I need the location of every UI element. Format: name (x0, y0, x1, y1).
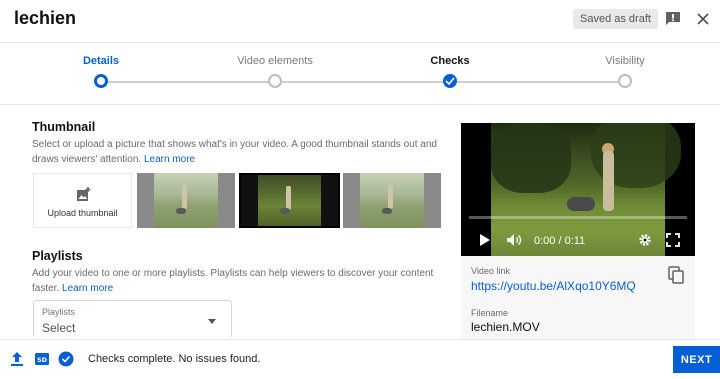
checks-complete-icon[interactable] (58, 351, 74, 372)
filename-value: lechien.MOV (471, 320, 540, 334)
scene-dog (567, 197, 595, 211)
step-details-label[interactable]: Details (83, 55, 119, 67)
letterbox-bar (343, 173, 360, 228)
sd-quality-icon[interactable]: SD (34, 351, 50, 372)
video-progress-bar[interactable] (469, 216, 687, 219)
letterbox-bar (424, 173, 441, 228)
step-video-elements-label[interactable]: Video elements (237, 55, 313, 67)
step-checks-done-icon[interactable] (443, 74, 457, 88)
step-checks-label[interactable]: Checks (430, 55, 469, 67)
letterbox-bar (218, 173, 235, 228)
settings-gear-icon[interactable] (638, 233, 652, 252)
next-button[interactable]: NEXT (673, 346, 720, 373)
playlists-select[interactable]: Playlists Select (33, 300, 232, 338)
upload-thumbnail-label: Upload thumbnail (47, 208, 118, 218)
dog-figure (176, 208, 187, 215)
playlists-heading: Playlists (32, 249, 83, 263)
playlists-select-value: Select (42, 321, 76, 335)
dropdown-arrow-icon (208, 319, 216, 324)
checks-status-text: Checks complete. No issues found. (88, 353, 261, 365)
feedback-icon[interactable] (663, 9, 683, 29)
play-icon[interactable] (479, 233, 491, 252)
dialog-footer: SD Checks complete. No issues found. NEX… (0, 339, 720, 379)
video-link[interactable]: https://youtu.be/AlXqo10Y6MQ (471, 279, 636, 293)
playback-time: 0:00 / 0:11 (534, 235, 586, 247)
playlists-learn-more-link[interactable]: Learn more (62, 283, 113, 294)
thumbnail-heading: Thumbnail (32, 120, 96, 134)
upload-thumbnail-button[interactable]: Upload thumbnail (33, 173, 132, 228)
scene-person (603, 151, 614, 211)
letterbox-bar (137, 173, 154, 228)
video-title: lechien (14, 8, 77, 28)
person-figure (285, 186, 291, 211)
fullscreen-icon[interactable] (666, 233, 680, 252)
thumbnail-option[interactable] (137, 173, 235, 228)
add-photo-icon (76, 186, 92, 207)
thumbnail-learn-more-link[interactable]: Learn more (144, 154, 195, 165)
player-controls: 0:00 / 0:11 (461, 226, 695, 256)
thumbnail-option-selected[interactable] (239, 173, 340, 228)
step-visibility-dot[interactable] (618, 74, 632, 88)
dialog-header: lechien Saved as draft (0, 0, 720, 43)
volume-icon[interactable] (506, 233, 522, 252)
step-details-dot[interactable] (94, 74, 108, 88)
playlists-select-label: Playlists (42, 307, 76, 317)
upload-icon[interactable] (10, 351, 24, 372)
thumbnail-option[interactable] (343, 173, 441, 228)
person-figure (182, 185, 188, 210)
step-connector (457, 81, 618, 83)
progress-stepper: Details Video elements Checks Visibility (0, 44, 720, 105)
upload-dialog: lechien Saved as draft Details Video ele… (0, 0, 720, 379)
dog-figure (279, 207, 290, 214)
video-details-panel: Video link https://youtu.be/AlXqo10Y6MQ … (461, 256, 695, 339)
step-connector (282, 81, 443, 83)
step-connector (108, 81, 269, 83)
video-preview-player[interactable]: 0:00 / 0:11 (461, 123, 695, 256)
close-icon[interactable] (693, 9, 713, 29)
thumbnail-description: Select or upload a picture that shows wh… (32, 137, 442, 167)
scene-tree (491, 123, 571, 193)
dog-figure (382, 208, 393, 215)
step-video-elements-dot[interactable] (268, 74, 282, 88)
person-figure (388, 185, 394, 210)
svg-text:SD: SD (37, 356, 48, 364)
thumbnail-description-text: Select or upload a picture that shows wh… (32, 139, 437, 165)
copy-icon[interactable] (668, 266, 684, 289)
step-visibility-label[interactable]: Visibility (605, 55, 645, 67)
video-link-label: Video link (471, 266, 510, 276)
playlists-description: Add your video to one or more playlists.… (32, 266, 442, 296)
letterbox-bar (321, 175, 338, 226)
draft-status-badge: Saved as draft (573, 9, 658, 29)
letterbox-bar (241, 175, 258, 226)
filename-label: Filename (471, 308, 509, 318)
